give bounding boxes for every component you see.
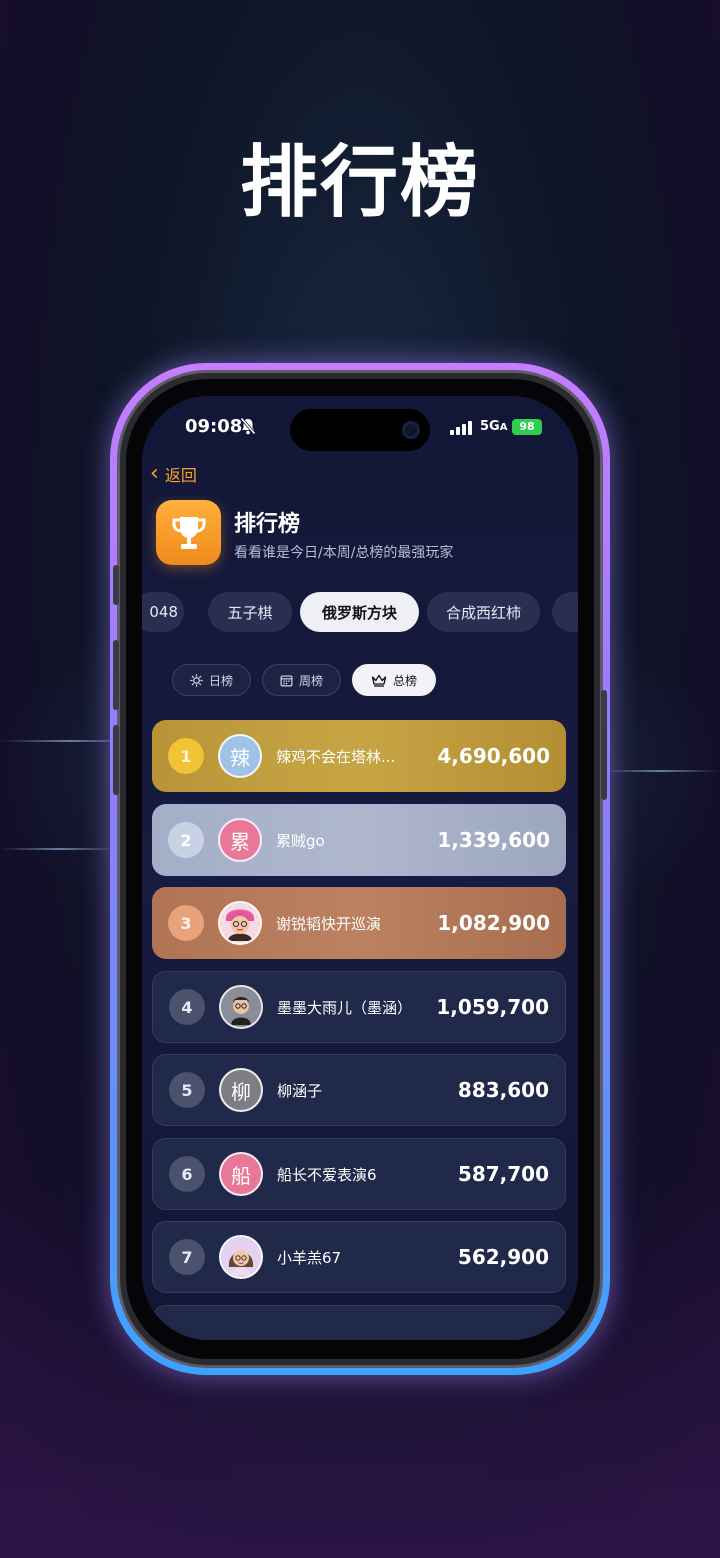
- back-label: 返回: [164, 466, 197, 485]
- network-type: 5GA: [480, 419, 507, 434]
- player-score: 1,339,600: [437, 828, 550, 852]
- network-label: 5G: [480, 419, 500, 434]
- game-tab-gomoku[interactable]: 五子棋: [208, 592, 292, 632]
- battery-level: 98: [519, 420, 535, 433]
- rank-badge: 3: [168, 905, 204, 941]
- avatar: 辣: [218, 734, 262, 778]
- trophy-badge: [156, 500, 221, 565]
- player-score: 587,700: [457, 1162, 549, 1186]
- rank-badge: 6: [169, 1156, 205, 1192]
- leaderboard-row-partial[interactable]: [152, 1305, 566, 1340]
- period-tab-label: 总榜: [392, 673, 417, 688]
- game-tab-2048[interactable]: 048: [142, 592, 184, 632]
- player-name: 墨墨大雨儿（墨涵）: [277, 998, 413, 1017]
- signal-icon: [450, 421, 472, 435]
- status-bar: 09:08 5GA 98: [142, 396, 578, 456]
- avatar: 柳: [219, 1068, 263, 1112]
- leaderboard-row[interactable]: 2 累 累贼go 1,339,600: [152, 804, 566, 876]
- memoji-avatar-icon: [220, 903, 260, 943]
- battery-icon: 98: [512, 419, 542, 435]
- player-name: 累贼go: [276, 831, 325, 850]
- avatar: [219, 985, 263, 1029]
- page-title: 排行榜: [234, 512, 301, 537]
- phone-volume-down: [113, 725, 119, 795]
- phone-side-button: [113, 565, 119, 605]
- rank-badge: 2: [168, 822, 204, 858]
- phone-screen: 09:08 5GA 98 ‹ 返回 排行榜 看看谁是今日/本周/总榜的最强玩家 …: [142, 396, 578, 1340]
- status-time: 09:08: [185, 416, 243, 437]
- period-tab-daily[interactable]: 日榜: [172, 664, 251, 696]
- game-tab-label: 048: [149, 603, 178, 621]
- leaderboard-row[interactable]: 5 柳 柳涵子 883,600: [152, 1054, 566, 1126]
- memoji-avatar-icon: [221, 1237, 261, 1277]
- game-tab-label: 五子棋: [227, 603, 273, 622]
- bell-slash-icon: [240, 417, 256, 435]
- avatar: 船: [219, 1152, 263, 1196]
- game-tab-label: 合成西红柿: [445, 603, 521, 622]
- background-light-streak: [600, 770, 720, 772]
- game-tab-label: 俄罗斯方块: [321, 603, 397, 622]
- period-tab-label: 日榜: [208, 673, 233, 688]
- crown-icon: [371, 674, 387, 687]
- avatar: [218, 901, 262, 945]
- page-headline: 排行榜: [239, 138, 480, 228]
- leaderboard-row[interactable]: 1 辣 辣鸡不会在塔林... 4,690,600: [152, 720, 566, 792]
- network-sub-label: A: [499, 422, 508, 433]
- leaderboard-row[interactable]: 6 船 船长不爱表演6 587,700: [152, 1138, 566, 1210]
- player-name: 辣鸡不会在塔林...: [276, 747, 396, 766]
- avatar: 累: [218, 818, 262, 862]
- game-tab-tetris[interactable]: 俄罗斯方块: [300, 592, 419, 632]
- rank-badge: 7: [169, 1239, 205, 1275]
- player-name: 柳涵子: [277, 1081, 323, 1100]
- player-score: 4,690,600: [437, 744, 550, 768]
- player-name: 小羊羔67: [277, 1248, 342, 1267]
- phone-power-button: [601, 690, 607, 800]
- leaderboard-row[interactable]: 4 墨墨大雨儿（墨涵） 1,059,700: [152, 971, 566, 1043]
- background-light-streak: [0, 848, 120, 850]
- dynamic-island: [290, 409, 430, 451]
- calendar-icon: [280, 674, 293, 686]
- chevron-left-icon: ‹: [150, 461, 159, 486]
- player-name: 船长不爱表演6: [277, 1165, 377, 1184]
- leaderboard-row[interactable]: 7 小羊羔67 562,900: [152, 1221, 566, 1293]
- rank-badge: 4: [169, 989, 205, 1025]
- player-name: 谢锐韬快开巡演: [276, 914, 382, 933]
- player-score: 562,900: [457, 1245, 549, 1269]
- rank-badge: 1: [168, 738, 204, 774]
- game-tab-merge-tomato[interactable]: 合成西红柿: [427, 592, 540, 632]
- player-score: 1,059,700: [436, 995, 549, 1019]
- back-button[interactable]: ‹ 返回: [150, 462, 197, 486]
- memoji-avatar-icon: [221, 987, 261, 1027]
- player-score: 1,082,900: [437, 911, 550, 935]
- phone-volume-up: [113, 640, 119, 710]
- camera-icon: [402, 421, 420, 439]
- period-tab-overall[interactable]: 总榜: [352, 664, 436, 696]
- leaderboard-row[interactable]: 3 谢锐韬快开巡演 1,082,900: [152, 887, 566, 959]
- period-tab-label: 周榜: [298, 673, 323, 688]
- rank-badge: 5: [169, 1072, 205, 1108]
- page-subtitle: 看看谁是今日/本周/总榜的最强玩家: [234, 545, 454, 561]
- game-tab-more[interactable]: [552, 592, 578, 632]
- period-tab-weekly[interactable]: 周榜: [262, 664, 341, 696]
- trophy-icon: [172, 517, 206, 549]
- avatar: [219, 1235, 263, 1279]
- sun-icon: [190, 673, 203, 687]
- player-score: 883,600: [457, 1078, 549, 1102]
